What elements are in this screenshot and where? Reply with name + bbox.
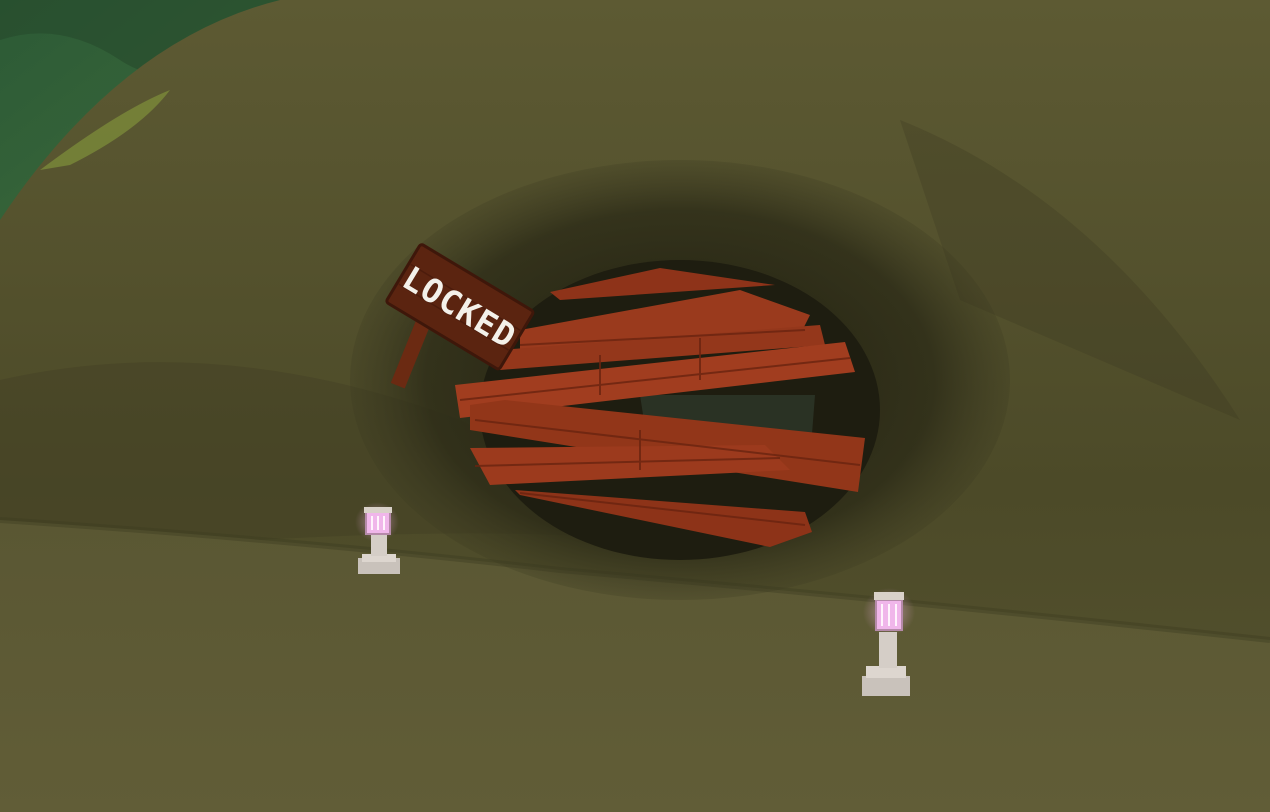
game-viewport[interactable]: LOCKED <box>0 0 1270 812</box>
scene-canvas: LOCKED <box>0 0 1270 812</box>
